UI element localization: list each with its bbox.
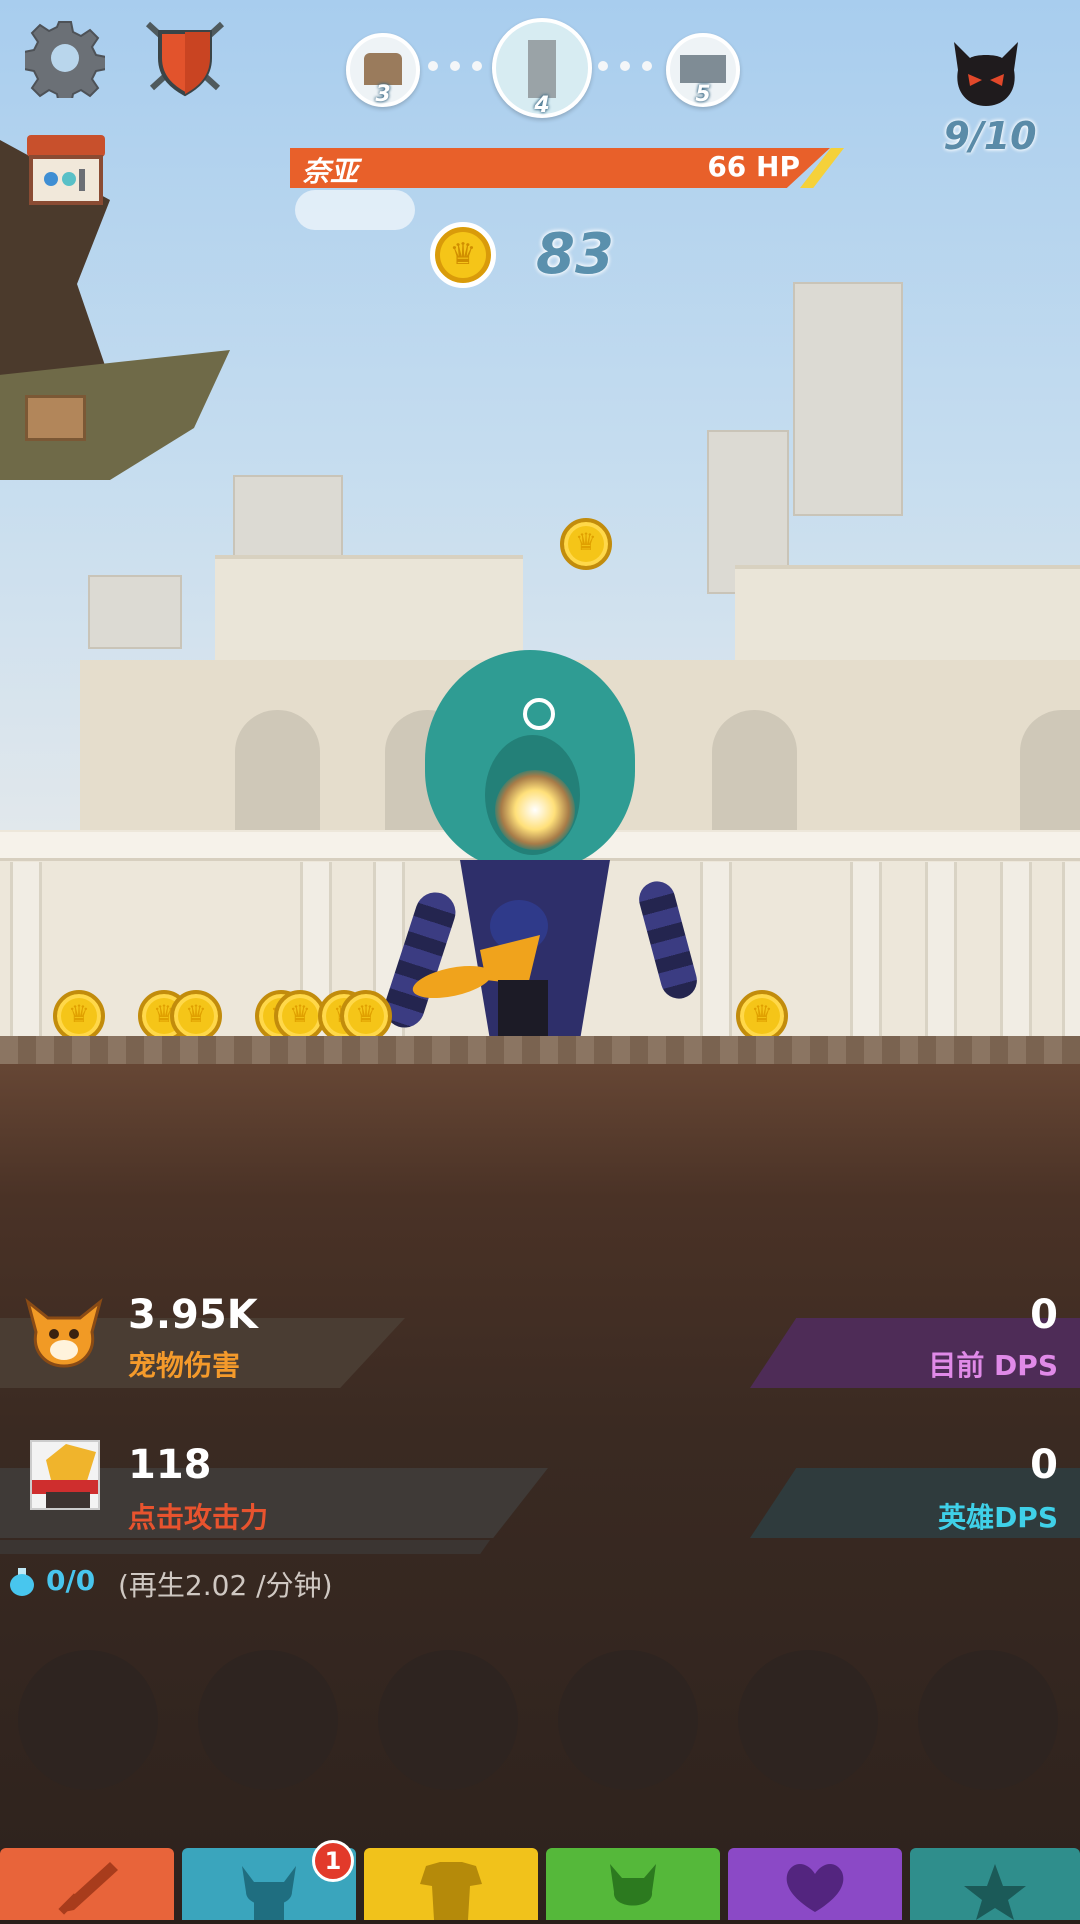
column (1062, 862, 1080, 1037)
tab-equipment[interactable] (364, 1848, 538, 1920)
current-dps-label: 目前 DPS (928, 1349, 1058, 1382)
clan-button[interactable] (140, 18, 230, 98)
gear-icon (23, 21, 107, 105)
arch-window (712, 710, 797, 830)
tap-damage-value: 118 (128, 1442, 212, 1488)
hero-dps-value: 0 (1030, 1442, 1058, 1488)
gold-coin[interactable] (560, 518, 612, 570)
mana-value: 0/0 (46, 1564, 96, 1597)
stage-number: 3 (375, 82, 391, 107)
tap-damage-label: 点击攻击力 (128, 1501, 269, 1534)
mana-bar (0, 1540, 490, 1554)
mana-potion-icon (10, 1568, 34, 1596)
arch-window (1020, 710, 1080, 830)
progress-dot (620, 61, 630, 71)
crown-coin-icon: ♛ (449, 237, 477, 272)
pet-avatar[interactable] (22, 1296, 106, 1370)
ground-surface (0, 1036, 1080, 1064)
castle-tower (88, 575, 182, 649)
gold-amount: 83 (536, 222, 614, 287)
tab-shop[interactable] (910, 1848, 1080, 1920)
stage-current[interactable]: 4 (492, 18, 592, 118)
shirt-icon (420, 1862, 482, 1920)
ship-crate (25, 395, 86, 441)
column (850, 862, 882, 1037)
pet-icon (25, 1297, 103, 1368)
progress-dot (450, 61, 460, 71)
heroes-notification-badge: 1 (312, 1840, 354, 1882)
skill-slot-5[interactable] (738, 1650, 878, 1790)
column (925, 862, 957, 1037)
skill-slot-3[interactable] (378, 1650, 518, 1790)
pet-damage-value: 3.95K (128, 1292, 258, 1338)
castle-tower (233, 475, 343, 559)
shop-button[interactable] (25, 133, 107, 209)
progress-dot (472, 61, 482, 71)
stage-thumbnail (528, 40, 556, 98)
stage-previous[interactable]: 3 (346, 33, 420, 107)
hero-avatar-hair (46, 1444, 96, 1484)
hit-flash (495, 770, 575, 850)
cloud (295, 190, 415, 230)
boss-name: 奈亚 (302, 155, 359, 188)
stage-number: 5 (695, 82, 711, 107)
heart-crest-icon (786, 1863, 844, 1912)
column (10, 862, 42, 1037)
tab-sword[interactable] (0, 1848, 174, 1920)
shield-swords-icon (145, 21, 225, 97)
hero-avatar[interactable] (30, 1440, 100, 1510)
stage-next[interactable]: 5 (666, 33, 740, 107)
stage-thumbnail (680, 55, 726, 83)
target-reticle (523, 698, 555, 730)
mana-regen: (再生2.02 /分钟) (118, 1569, 333, 1602)
gold-coin[interactable] (170, 990, 222, 1042)
skill-slot-1[interactable] (18, 1650, 158, 1790)
boss-counter: 9/10 (943, 114, 1037, 158)
potion-flask (10, 1574, 34, 1596)
stage-number: 4 (534, 93, 550, 118)
pet-head-icon (610, 1864, 656, 1906)
star-icon (964, 1864, 1026, 1920)
settings-button[interactable] (23, 18, 107, 105)
hero-dps-label: 英雄DPS (938, 1501, 1058, 1534)
gold-coin[interactable] (340, 990, 392, 1042)
progress-dot (428, 61, 438, 71)
column (700, 862, 732, 1037)
column (1000, 862, 1032, 1037)
arch-window (235, 710, 320, 830)
shop-stall-icon (27, 135, 105, 205)
tab-clan[interactable] (728, 1848, 902, 1920)
gold-coin[interactable] (736, 990, 788, 1042)
current-dps-value: 0 (1030, 1292, 1058, 1338)
skill-slot-4[interactable] (558, 1650, 698, 1790)
sword-icon (58, 1862, 118, 1915)
tab-pets[interactable] (546, 1848, 720, 1920)
hero-body (498, 980, 548, 1040)
hero-avatar-body (46, 1492, 90, 1508)
castle-tower (793, 282, 903, 516)
boss-button[interactable] (948, 40, 1024, 110)
boss-hp: 66 HP (707, 150, 800, 183)
gold-icon: ♛ (430, 222, 496, 288)
progress-dot (642, 61, 652, 71)
pet-damage-label: 宠物伤害 (128, 1349, 241, 1382)
stage-thumbnail (364, 53, 402, 85)
devil-icon (954, 42, 1018, 106)
progress-dot (598, 61, 608, 71)
skill-slot-2[interactable] (198, 1650, 338, 1790)
skill-slot-6[interactable] (918, 1650, 1058, 1790)
gold-coin[interactable] (53, 990, 105, 1042)
